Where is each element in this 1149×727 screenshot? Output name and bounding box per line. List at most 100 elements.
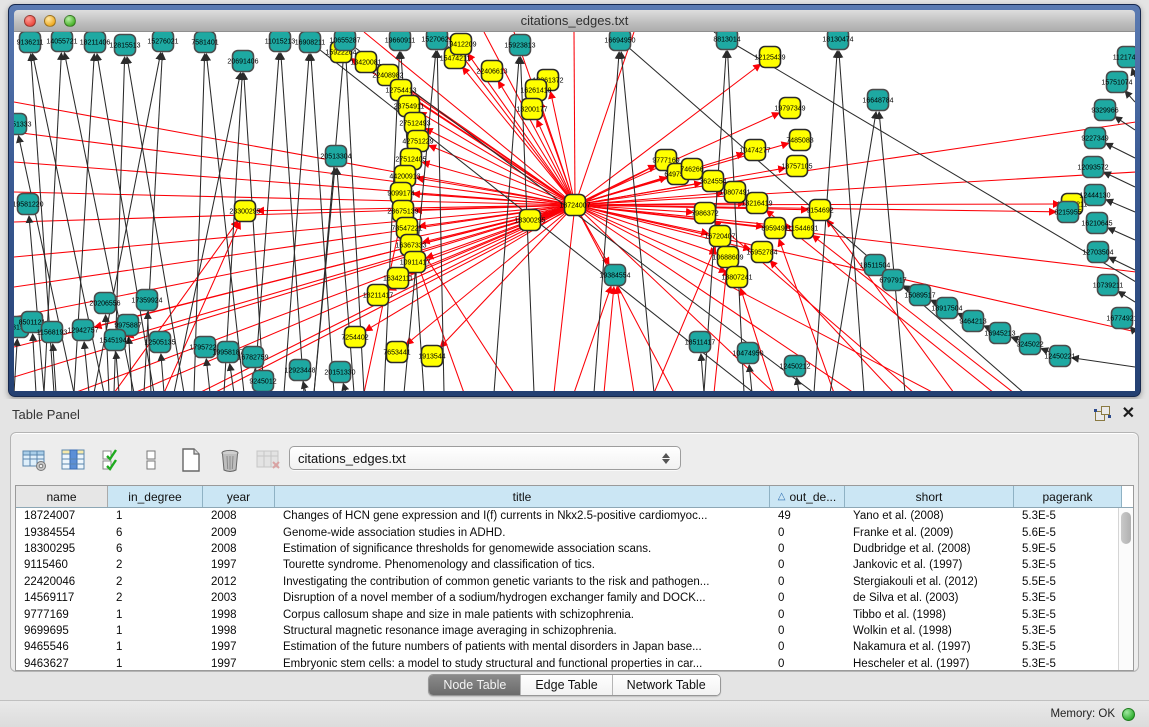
graph-node[interactable]: 7653441	[383, 342, 410, 363]
cell-in_degree[interactable]: 2	[108, 559, 203, 571]
black-edge[interactable]	[343, 384, 346, 391]
graph-node[interactable]: 20151330	[324, 362, 355, 383]
black-edge[interactable]	[116, 352, 119, 391]
cell-out_de[interactable]: 49	[770, 510, 845, 522]
black-edge[interactable]	[1118, 291, 1135, 302]
column-header-year[interactable]: year	[203, 486, 275, 507]
cell-title[interactable]: Tourette syndrome. Phenomenology and cla…	[275, 559, 770, 571]
table-row[interactable]: 1456911722003Disruption of a novel membe…	[16, 590, 1133, 606]
column-header-short[interactable]: short	[845, 486, 1014, 507]
black-edge[interactable]	[437, 51, 444, 391]
select-column-icon[interactable]	[60, 447, 87, 473]
black-edge[interactable]	[281, 53, 304, 391]
float-panel-icon[interactable]	[1095, 406, 1110, 421]
graph-node[interactable]: 9154692	[806, 200, 833, 221]
cell-out_de[interactable]: 0	[770, 576, 845, 588]
graph-node[interactable]: 9136211	[17, 32, 44, 53]
cell-in_degree[interactable]: 1	[108, 510, 203, 522]
graph-node[interactable]: 18130474	[822, 32, 853, 50]
zoom-window-button[interactable]	[64, 15, 76, 27]
network-graph[interactable]: 1872400723300295183002951592226413420081…	[14, 32, 1135, 391]
cell-title[interactable]: Structural magnetic resonance image aver…	[275, 625, 770, 637]
cell-in_degree[interactable]: 1	[108, 658, 203, 670]
graph-node[interactable]: 10739211	[1093, 275, 1124, 296]
graph-node[interactable]: 22406613	[476, 61, 507, 82]
graph-node[interactable]: 7254402	[341, 327, 368, 348]
graph-node[interactable]: 8813014	[713, 32, 740, 50]
black-edge[interactable]	[148, 312, 151, 391]
graph-node[interactable]: 12125439	[754, 47, 785, 68]
cell-title[interactable]: Investigating the contribution of common…	[275, 576, 770, 588]
cell-out_de[interactable]: 0	[770, 543, 845, 555]
black-edge[interactable]	[1106, 200, 1135, 212]
graph-node[interactable]: 746266	[680, 159, 703, 180]
cell-out_de[interactable]: 0	[770, 641, 845, 653]
cell-title[interactable]: Genome-wide association studies in ADHD.	[275, 527, 770, 539]
cell-year[interactable]: 2009	[203, 527, 275, 539]
cell-name[interactable]: 9115460	[16, 559, 108, 571]
graph-node[interactable]: 18211406	[80, 32, 111, 53]
cell-year[interactable]: 1998	[203, 625, 275, 637]
graph-node[interactable]: 12703504	[1082, 242, 1113, 263]
cell-year[interactable]: 1997	[203, 641, 275, 653]
red-edge[interactable]	[95, 205, 575, 327]
graph-node[interactable]: 18211417	[363, 285, 394, 306]
cell-year[interactable]: 2008	[203, 510, 275, 522]
close-window-button[interactable]	[24, 15, 36, 27]
new-table-icon[interactable]	[177, 447, 204, 473]
red-edge[interactable]	[575, 205, 674, 391]
table-row[interactable]: 946362711997Embryonic stem cells: a mode…	[16, 656, 1133, 670]
cell-pagerank[interactable]: 5.3E-5	[1014, 609, 1122, 621]
black-edge[interactable]	[594, 52, 619, 391]
graph-node[interactable]: 7485083	[786, 130, 813, 151]
cell-pagerank[interactable]: 5.3E-5	[1014, 658, 1122, 670]
graph-node[interactable]: 11015213	[265, 32, 296, 52]
cell-title[interactable]: Changes of HCN gene expression and I(f) …	[275, 510, 770, 522]
graph-node[interactable]: 11217403	[1113, 47, 1135, 68]
close-panel-icon[interactable]: ✕	[1122, 407, 1135, 421]
minimize-window-button[interactable]	[44, 15, 56, 27]
graph-node[interactable]: 15923813	[504, 35, 535, 56]
black-edge[interactable]	[337, 168, 354, 391]
graph-node[interactable]: 20651333	[14, 114, 32, 135]
graph-node[interactable]: 12450212	[779, 356, 810, 377]
graph-node[interactable]: 10688609	[712, 247, 743, 268]
graph-node[interactable]: 19660911	[385, 32, 416, 51]
black-edge[interactable]	[879, 112, 905, 391]
red-edge[interactable]	[575, 172, 1135, 205]
tab-network-table[interactable]: Network Table	[613, 675, 720, 695]
black-edge[interactable]	[701, 354, 704, 391]
cell-pagerank[interactable]: 5.9E-5	[1014, 543, 1122, 555]
black-edge[interactable]	[1072, 358, 1135, 367]
tab-edge-table[interactable]: Edge Table	[521, 675, 612, 695]
table-row[interactable]: 1872400712008Changes of HCN gene express…	[16, 508, 1133, 524]
cell-short[interactable]: Franke et al. (2009)	[845, 527, 1014, 539]
cell-year[interactable]: 1997	[203, 658, 275, 670]
cell-pagerank[interactable]: 5.3E-5	[1014, 510, 1122, 522]
cell-short[interactable]: Jankovic et al. (1997)	[845, 559, 1014, 571]
graph-node[interactable]: 9245022	[1016, 334, 1043, 355]
delete-table-icon[interactable]	[216, 447, 243, 473]
graph-node[interactable]: 19581220	[14, 194, 44, 215]
cell-name[interactable]: 19384554	[16, 527, 108, 539]
black-edge[interactable]	[1108, 228, 1135, 240]
cell-name[interactable]: 22420046	[16, 576, 108, 588]
graph-node[interactable]: 9329966	[1091, 100, 1118, 121]
cell-short[interactable]: Dudbridge et al. (2008)	[845, 543, 1014, 555]
cell-in_degree[interactable]: 1	[108, 641, 203, 653]
graph-node[interactable]: 9245012	[249, 371, 276, 392]
graph-node[interactable]: 19797349	[774, 98, 805, 119]
cell-name[interactable]: 18724007	[16, 510, 108, 522]
cell-short[interactable]: de Silva et al. (2003)	[845, 592, 1014, 604]
red-edge[interactable]	[741, 288, 774, 391]
cell-name[interactable]: 9463627	[16, 658, 108, 670]
graph-node[interactable]: 16945213	[984, 323, 1015, 344]
graph-node[interactable]: 16648784	[862, 90, 893, 111]
graph-node[interactable]: 3624554	[699, 171, 726, 192]
black-edge[interactable]	[1115, 117, 1135, 130]
cell-out_de[interactable]: 0	[770, 592, 845, 604]
graph-node[interactable]: 12815513	[109, 35, 140, 56]
table-row[interactable]: 1830029562008Estimation of significance …	[16, 541, 1133, 557]
black-edge[interactable]	[714, 32, 1135, 282]
column-header-out_de[interactable]: △out_de...	[770, 486, 845, 507]
